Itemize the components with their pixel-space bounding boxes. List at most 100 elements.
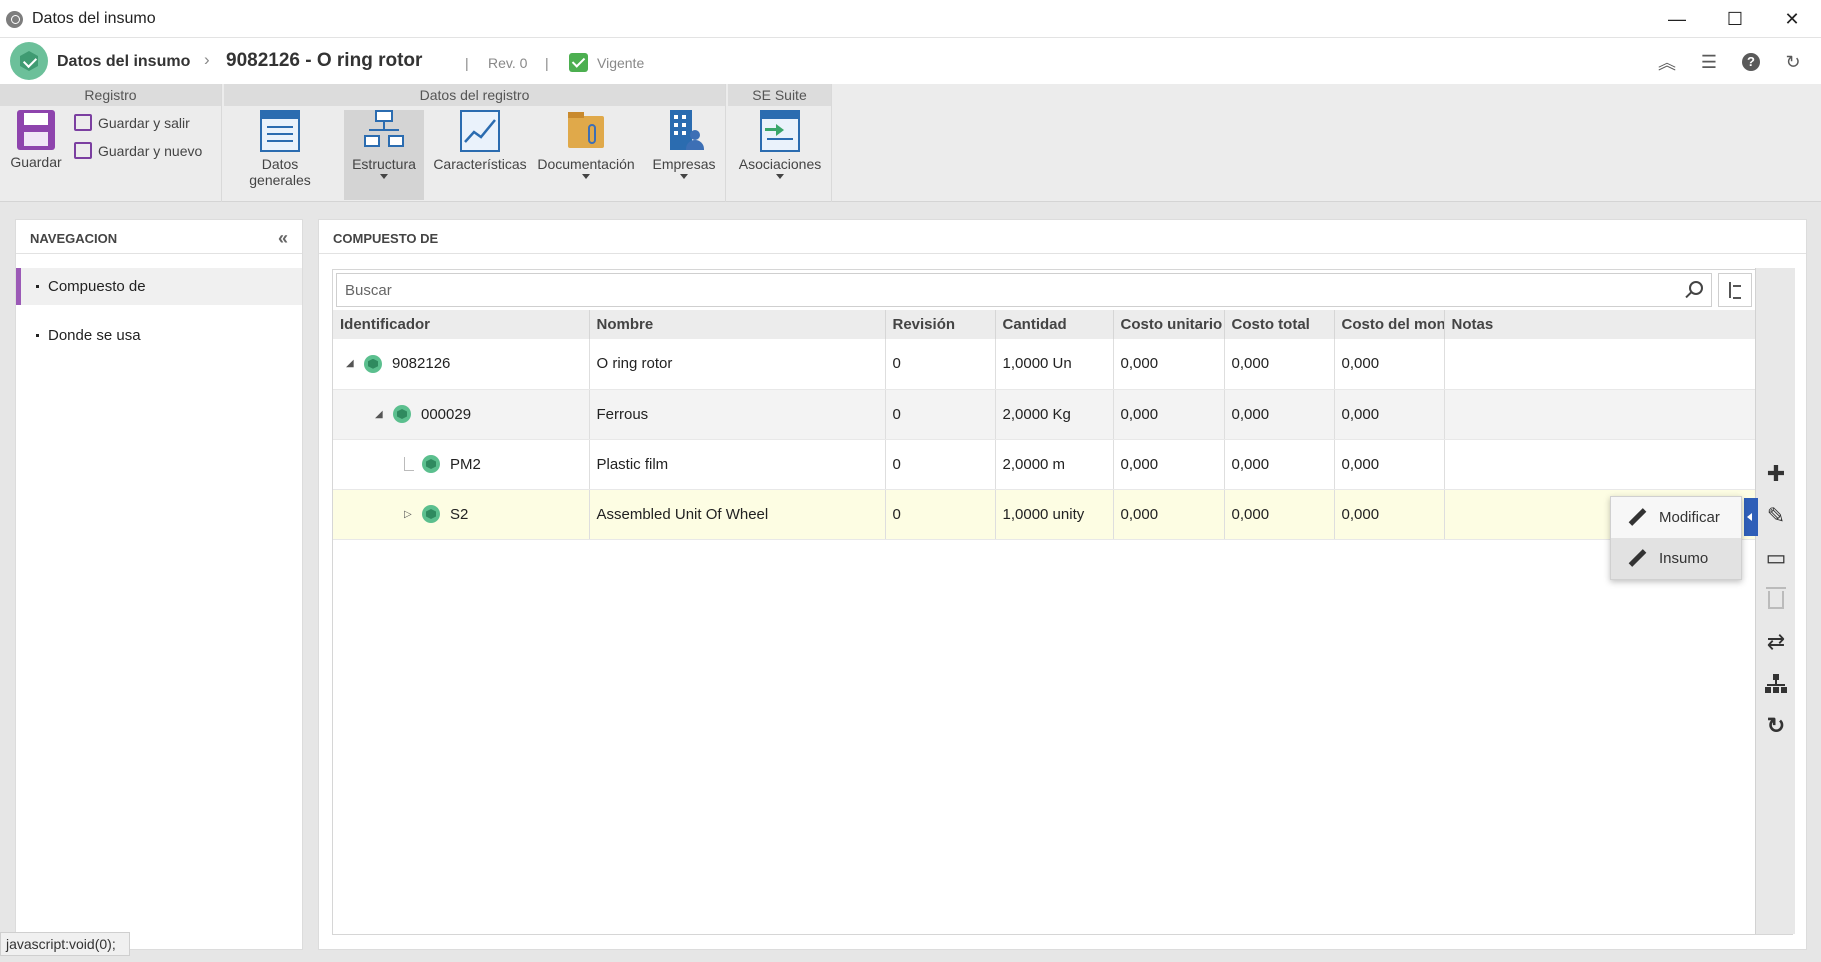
maximize-button[interactable]: ☐ <box>1706 0 1764 38</box>
hierarchy-icon[interactable] <box>1756 666 1796 702</box>
column-header[interactable]: Nombre <box>589 310 886 339</box>
column-header[interactable]: Costo del monta <box>1334 310 1445 339</box>
composition-panel: COMPUESTO DE Identificador Nombre Revisi… <box>318 219 1807 950</box>
minimize-button[interactable]: — <box>1648 0 1706 38</box>
edit-icon[interactable]: ✎ <box>1756 498 1796 534</box>
column-header[interactable]: Costo total <box>1224 310 1335 339</box>
ribbon-toolbar: Registro Guardar Guardar y salir Guardar… <box>0 84 1821 202</box>
menu-item-modificar[interactable]: Modificar <box>1611 497 1741 538</box>
collapse-up-icon[interactable]: ︽ <box>1655 50 1679 74</box>
folder-clip-icon <box>566 110 606 152</box>
composition-table: Identificador Nombre Revisión Cantidad C… <box>333 310 1756 540</box>
companies-button[interactable]: Empresas <box>644 110 724 179</box>
view-icon[interactable]: ▭ <box>1756 540 1796 576</box>
list-icon[interactable]: ☰ <box>1697 50 1721 74</box>
dropdown-caret-icon <box>776 174 784 179</box>
save-new-icon <box>74 142 92 159</box>
tree-view-button[interactable] <box>1718 273 1752 307</box>
nav-item-donde-se-usa[interactable]: Donde se usa <box>16 317 302 354</box>
close-button[interactable]: ✕ <box>1763 0 1821 38</box>
row-total-cost: 0,000 <box>1224 339 1335 390</box>
row-unit-cost: 0,000 <box>1113 439 1225 490</box>
row-mount-cost: 0,000 <box>1334 389 1445 440</box>
navigation-header: NAVEGACION « <box>16 220 302 254</box>
table-row[interactable]: ◢ 000029 Ferrous 0 2,0000 Kg 0,000 0,000… <box>333 389 1756 440</box>
save-button[interactable]: Guardar <box>6 110 66 170</box>
breadcrumb-module[interactable]: Datos del insumo <box>57 53 190 71</box>
help-icon[interactable]: ? <box>1739 50 1763 74</box>
ribbon-group-registro: Registro Guardar Guardar y salir Guardar… <box>0 84 222 202</box>
row-name: O ring rotor <box>589 339 886 390</box>
window-titlebar: Datos del insumo — ☐ ✕ <box>0 0 1821 38</box>
revision-label: Rev. 0 <box>488 55 528 71</box>
add-icon[interactable]: ✚ <box>1756 456 1796 492</box>
edit-popup-menu: Modificar Insumo <box>1610 496 1742 580</box>
reload-icon[interactable]: ↻ <box>1756 708 1796 744</box>
status-badge: Vigente <box>597 55 645 71</box>
row-identifier: 9082126 <box>392 355 451 373</box>
expand-menu-handle-icon[interactable] <box>1744 498 1758 536</box>
material-cube-icon <box>422 505 440 523</box>
record-header: Datos del insumo › 9082126 - O ring roto… <box>0 38 1821 84</box>
associations-button[interactable]: Asociaciones <box>734 110 826 179</box>
column-header[interactable]: Identificador <box>333 310 590 339</box>
structure-label: Estructura <box>352 156 416 172</box>
nav-item-compuesto-de[interactable]: Compuesto de <box>16 268 302 305</box>
pencil-icon <box>1627 508 1647 528</box>
row-notes <box>1444 439 1756 490</box>
row-identifier: S2 <box>450 505 469 523</box>
navigation-title: NAVEGACION <box>30 231 118 246</box>
status-bar-url: javascript:void(0); <box>0 932 130 956</box>
characteristics-label: Características <box>433 156 527 172</box>
save-and-new-label: Guardar y nuevo <box>98 142 203 159</box>
documentation-button[interactable]: Documentación <box>534 110 638 179</box>
refresh-icon[interactable]: ↻ <box>1781 50 1805 74</box>
row-quantity: 1,0000 Un <box>995 339 1114 390</box>
expand-toggle-icon[interactable]: ◢ <box>375 409 387 420</box>
row-quantity: 2,0000 Kg <box>995 389 1114 440</box>
table-row[interactable]: PM2 Plastic film 0 2,0000 m 0,000 0,000 … <box>333 439 1756 490</box>
window-title: Datos del insumo <box>32 10 156 27</box>
general-data-button[interactable]: Datos generales <box>230 110 330 188</box>
panel-title: COMPUESTO DE <box>319 220 1806 254</box>
navigation-panel: NAVEGACION « Compuesto de Donde se usa <box>15 219 303 950</box>
companies-label: Empresas <box>652 156 716 172</box>
row-mount-cost: 0,000 <box>1334 439 1445 490</box>
column-header[interactable]: Cantidad <box>995 310 1114 339</box>
row-unit-cost: 0,000 <box>1113 489 1225 540</box>
save-and-new-button[interactable]: Guardar y nuevo <box>74 142 202 159</box>
save-and-exit-button[interactable]: Guardar y salir <box>74 114 190 131</box>
group-title: Datos del registro <box>224 84 725 106</box>
table-row-selected[interactable]: ▷ S2 Assembled Unit Of Wheel 0 1,0000 un… <box>333 489 1756 540</box>
table-row[interactable]: ◢ 9082126 O ring rotor 0 1,0000 Un 0,000… <box>333 339 1756 390</box>
row-revision: 0 <box>885 389 996 440</box>
column-header[interactable]: Costo unitario <box>1113 310 1225 339</box>
column-header[interactable]: Notas <box>1444 310 1756 339</box>
chevron-right-icon: › <box>204 50 210 69</box>
divider: | <box>545 55 549 71</box>
row-name: Assembled Unit Of Wheel <box>589 489 886 540</box>
expand-toggle-icon[interactable]: ▷ <box>404 509 416 520</box>
search-input[interactable] <box>337 274 1657 306</box>
collapse-left-icon[interactable]: « <box>278 228 288 249</box>
expand-toggle-icon[interactable]: ◢ <box>346 358 358 369</box>
search-box <box>336 273 1712 307</box>
row-total-cost: 0,000 <box>1224 389 1335 440</box>
row-total-cost: 0,000 <box>1224 439 1335 490</box>
app-globe-icon <box>6 11 23 28</box>
save-exit-icon <box>74 114 92 131</box>
dropdown-caret-icon <box>680 174 688 179</box>
characteristics-button[interactable]: Características <box>430 110 530 172</box>
table-header-row: Identificador Nombre Revisión Cantidad C… <box>333 310 1756 339</box>
row-notes <box>1444 339 1756 390</box>
menu-item-insumo[interactable]: Insumo <box>1611 538 1741 579</box>
swap-icon[interactable]: ⇄ <box>1756 624 1796 660</box>
save-and-exit-label: Guardar y salir <box>98 114 190 131</box>
column-header[interactable]: Revisión <box>885 310 996 339</box>
associations-label: Asociaciones <box>738 156 822 172</box>
structure-button[interactable]: Estructura <box>344 110 424 200</box>
structure-grid: Identificador Nombre Revisión Cantidad C… <box>332 269 1793 935</box>
menu-item-label: Insumo <box>1659 550 1709 567</box>
general-data-label: Datos generales <box>249 156 311 188</box>
search-icon[interactable] <box>1689 281 1703 295</box>
